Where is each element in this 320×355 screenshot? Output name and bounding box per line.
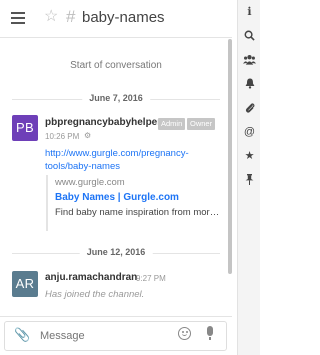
avatar[interactable]: AR	[12, 271, 38, 297]
search-icon[interactable]	[238, 24, 261, 48]
attach-file-icon[interactable]: 📎	[14, 328, 30, 342]
message-author[interactable]: pbpregnancybabyhelper	[45, 117, 161, 128]
message-author[interactable]: anju.ramachandran	[45, 272, 137, 283]
date-separator: June 7, 2016	[12, 93, 220, 105]
scrollbar[interactable]	[228, 39, 232, 274]
mention-icon[interactable]: @	[238, 120, 261, 144]
system-message: Has joined the channel.	[45, 289, 145, 300]
room-title[interactable]: baby-names	[82, 8, 165, 28]
message-time: 10:26 PM	[45, 132, 80, 141]
members-icon[interactable]	[238, 48, 261, 72]
role-badge-admin: Admin	[158, 118, 186, 130]
main-panel: ☆ # baby-names Start of conversation Jun…	[0, 0, 232, 355]
preview-title[interactable]: Baby Names | Gurgle.com	[55, 192, 221, 203]
message-time: 9:27 PM	[136, 274, 166, 283]
room-header: ☆ # baby-names	[0, 0, 232, 38]
message-composer: 📎	[0, 316, 232, 355]
message-link[interactable]: http://www.gurgle.com/pregnancy-tools/ba…	[45, 147, 215, 173]
channel-hash-icon: #	[66, 7, 76, 26]
preview-description: Find baby name inspiration from mor…	[55, 207, 220, 218]
room-toolbar: ℹ @ ★	[237, 0, 260, 355]
pin-icon[interactable]	[238, 168, 261, 192]
message-settings-gear-icon[interactable]: ⚙	[84, 131, 91, 140]
preview-site: www.gurgle.com	[55, 177, 125, 188]
avatar[interactable]: PB	[12, 115, 38, 141]
info-icon[interactable]: ℹ	[238, 0, 261, 24]
attachment-icon[interactable]	[238, 96, 261, 120]
starred-messages-icon[interactable]: ★	[238, 144, 261, 168]
date-separator: June 12, 2016	[12, 247, 220, 259]
date-label: June 12, 2016	[79, 247, 153, 257]
message-list[interactable]: Start of conversation June 7, 2016 PB pb…	[0, 39, 232, 313]
message-input[interactable]	[40, 330, 160, 342]
start-of-conversation: Start of conversation	[70, 60, 162, 71]
emoji-icon[interactable]	[178, 327, 191, 340]
link-preview[interactable]: www.gurgle.com Baby Names | Gurgle.com F…	[46, 175, 221, 231]
microphone-icon[interactable]	[207, 326, 213, 340]
bell-icon[interactable]	[238, 72, 261, 96]
favorite-star-icon[interactable]: ☆	[44, 8, 58, 26]
date-label: June 7, 2016	[82, 93, 150, 103]
role-badge-owner: Owner	[187, 118, 216, 130]
hamburger-menu-icon[interactable]	[11, 12, 25, 24]
